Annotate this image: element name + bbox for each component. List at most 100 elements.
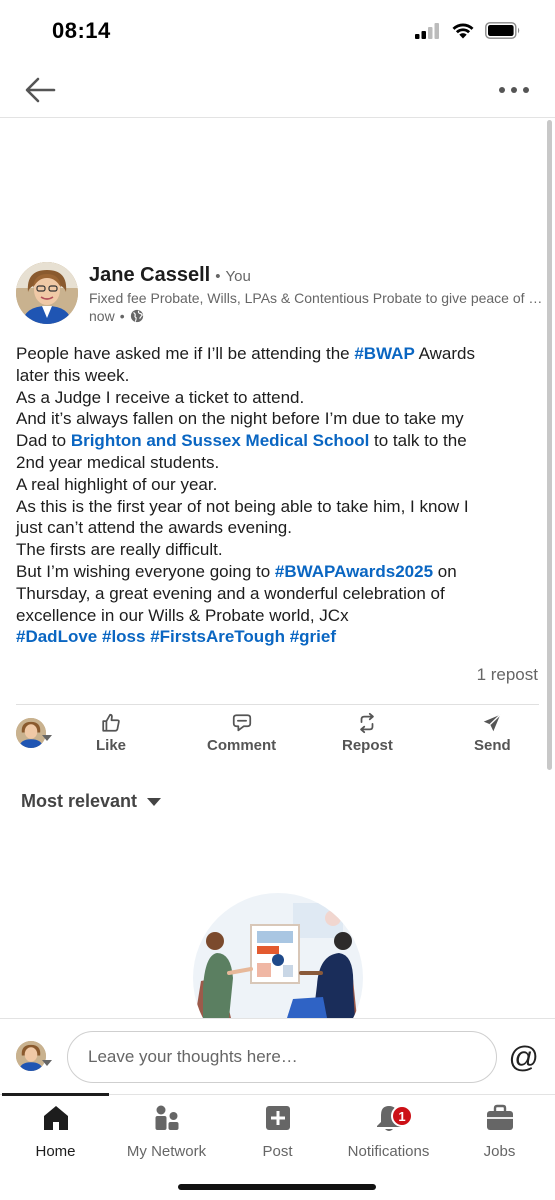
notification-badge: 1 — [391, 1105, 413, 1127]
post-text: Dad to — [16, 431, 71, 451]
top-navigation-bar — [0, 62, 555, 118]
post-body-line: A real highlight of our year. — [16, 474, 536, 496]
briefcase-icon — [486, 1104, 513, 1130]
more-dot-icon — [523, 87, 529, 93]
post-text: to talk to the — [369, 431, 467, 451]
post-body-line: excellence in our Wills & Probate world,… — [16, 605, 536, 627]
tab-post[interactable]: Post — [222, 1103, 333, 1160]
comment-sort-dropdown[interactable]: Most relevant — [21, 791, 162, 812]
post-time: now — [89, 308, 115, 324]
post-text: Awards — [414, 344, 475, 363]
post-body-line: But I’m wishing everyone going to #BWAPA… — [16, 561, 536, 583]
comment-bubble-icon — [232, 714, 251, 732]
globe-icon — [130, 309, 143, 323]
post-body-line: And it’s always fallen on the night befo… — [16, 408, 536, 430]
home-indicator — [178, 1184, 376, 1190]
tab-label: Post — [262, 1143, 293, 1160]
sort-label: Most relevant — [21, 791, 138, 811]
comment-label: Comment — [207, 737, 277, 754]
post-text: As a Judge I receive a ticket to attend. — [16, 387, 305, 407]
comment-placeholder: Leave your thoughts here… — [88, 1047, 298, 1066]
caret-down-icon — [147, 797, 162, 806]
tab-notifications[interactable]: 1 Notifications — [333, 1103, 444, 1160]
repost-count[interactable]: 1 repost — [477, 665, 538, 685]
post-body-line: People have asked me if I’ll be attendin… — [16, 343, 536, 365]
post-text: excellence in our Wills & Probate world,… — [16, 605, 349, 625]
hashtag-link[interactable]: #BWAPAwards2025 — [275, 562, 433, 581]
home-icon — [43, 1106, 68, 1130]
more-options-button[interactable] — [499, 76, 529, 104]
hashtag-link[interactable]: #loss — [102, 627, 145, 646]
post-plus-icon — [265, 1106, 290, 1130]
hashtag-link[interactable]: #FirstsAreTough — [150, 627, 285, 646]
like-button[interactable]: Like — [96, 712, 126, 754]
author-name[interactable]: Jane Cassell — [89, 264, 210, 287]
tab-label: Home — [35, 1143, 76, 1160]
tab-label: Jobs — [483, 1143, 516, 1160]
separator-dot: • — [119, 308, 125, 324]
post-text: People have asked me if I’ll be attendin… — [16, 344, 355, 363]
more-dot-icon — [499, 87, 505, 93]
post-body-line: Dad to Brighton and Sussex Medical Schoo… — [16, 430, 536, 452]
post-text: Thursday, a great evening and a wonderfu… — [16, 583, 445, 603]
post-text: As this is the first year of not being a… — [16, 496, 469, 516]
author-relation: You — [225, 268, 251, 285]
empty-comments-illustration — [193, 893, 363, 1018]
post-body-line: later this week. — [16, 365, 536, 387]
active-tab-indicator — [2, 1093, 109, 1096]
tab-home[interactable]: Home — [0, 1103, 111, 1160]
post-body-line: Thursday, a great evening and a wonderfu… — [16, 583, 536, 605]
comment-composer: Leave your thoughts here… @ — [0, 1018, 555, 1094]
separator-dot: • — [215, 268, 221, 285]
mention-link[interactable]: Brighton and Sussex Medical School — [71, 431, 370, 450]
post-text: just can’t attend the awards evening. — [16, 518, 292, 538]
post-header[interactable]: Jane Cassell • You Fixed fee Probate, Wi… — [16, 262, 547, 328]
author-line: Jane Cassell • You — [89, 264, 251, 287]
tab-label: Notifications — [347, 1143, 430, 1160]
post-body-line: 2nd year medical students. — [16, 452, 536, 474]
acting-as-avatar[interactable] — [16, 718, 46, 748]
hashtag-link[interactable]: #DadLove — [16, 627, 97, 646]
send-button[interactable]: Send — [474, 712, 511, 754]
caret-down-icon[interactable] — [42, 1059, 52, 1067]
scrollbar[interactable] — [547, 120, 552, 770]
status-bar: 08:14 — [0, 0, 555, 62]
post-text: on — [433, 561, 457, 581]
back-button[interactable] — [22, 74, 58, 106]
post-meta: now • — [89, 308, 144, 324]
tab-jobs[interactable]: Jobs — [444, 1103, 555, 1160]
author-avatar[interactable] — [16, 262, 78, 324]
mention-button[interactable]: @ — [509, 1041, 539, 1075]
tab-my-network[interactable]: My Network — [111, 1103, 222, 1160]
back-arrow-icon — [25, 77, 56, 103]
author-headline: Fixed fee Probate, Wills, LPAs & Content… — [89, 290, 547, 306]
status-icons — [415, 22, 521, 39]
tab-label: My Network — [126, 1143, 207, 1160]
repost-arrows-icon — [360, 712, 375, 734]
author-portrait-image — [16, 262, 78, 324]
post-body-line: #DadLove #loss #FirstsAreTough #grief — [16, 626, 536, 648]
post-text: A real highlight of our year. — [16, 474, 218, 494]
post-text: later this week. — [16, 365, 130, 385]
user-portrait-image — [16, 718, 46, 748]
post-text: And it’s always fallen on the night befo… — [16, 409, 464, 429]
repost-button[interactable]: Repost — [342, 712, 393, 754]
thumbs-up-icon — [102, 713, 120, 732]
post-text: The firsts are really difficult. — [16, 540, 223, 560]
post-body-line: The firsts are really difficult. — [16, 539, 536, 561]
post-body-line: As a Judge I receive a ticket to attend. — [16, 387, 536, 409]
post-body-line: just can’t attend the awards evening. — [16, 517, 536, 539]
status-time: 08:14 — [52, 18, 111, 43]
hashtag-link[interactable]: #BWAP — [354, 344, 414, 363]
hashtag-link[interactable]: #grief — [290, 627, 336, 646]
battery-icon — [485, 22, 520, 39]
repost-label: Repost — [342, 737, 393, 754]
comment-button[interactable]: Comment — [207, 712, 276, 754]
send-label: Send — [474, 737, 511, 754]
comment-input[interactable]: Leave your thoughts here… — [67, 1031, 497, 1083]
post-body-line: As this is the first year of not being a… — [16, 496, 536, 518]
caret-down-icon[interactable] — [42, 734, 52, 742]
send-paper-plane-icon — [484, 714, 502, 732]
divider — [16, 704, 539, 705]
like-label: Like — [96, 737, 127, 754]
